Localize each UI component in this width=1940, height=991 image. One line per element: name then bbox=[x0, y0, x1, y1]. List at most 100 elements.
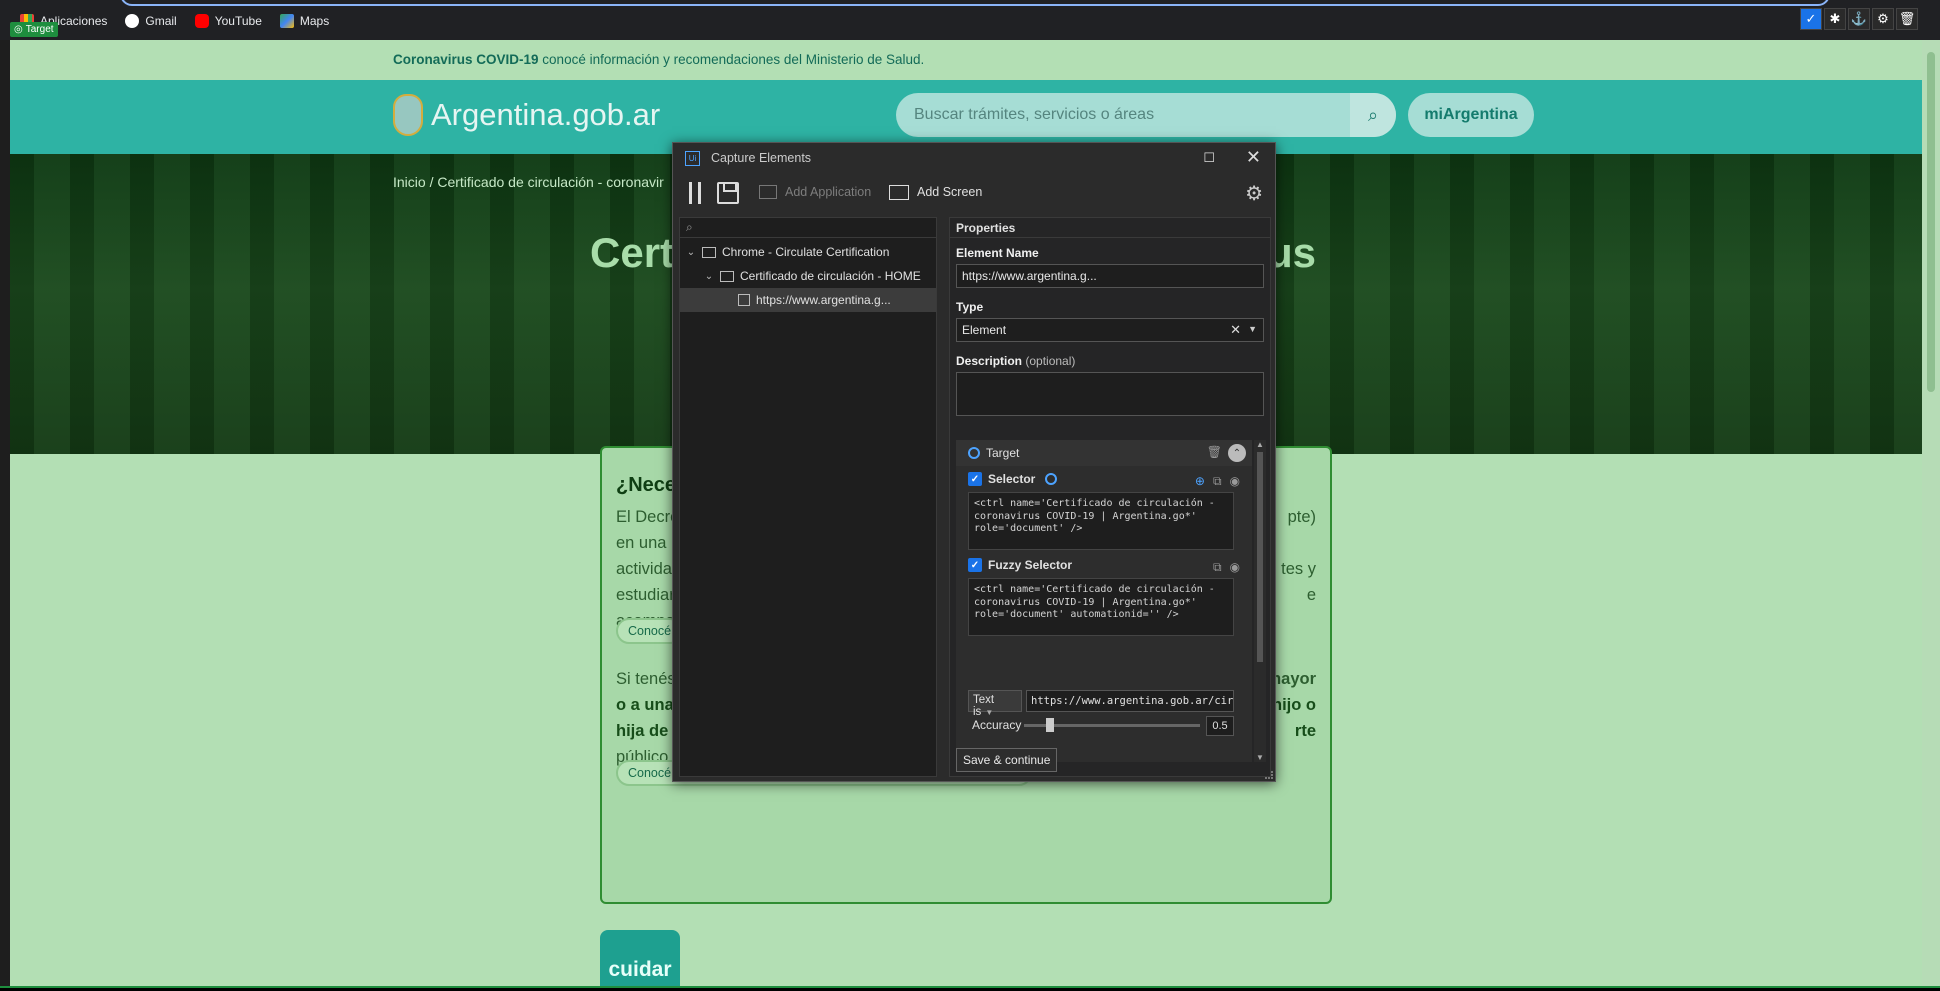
search-input[interactable]: Buscar trámites, servicios o áreas bbox=[914, 106, 1154, 124]
properties-header: Properties bbox=[950, 218, 1270, 238]
mi-argentina-button[interactable]: miArgentina bbox=[1408, 93, 1534, 137]
target-header[interactable]: Target 🗑 ⌃ bbox=[956, 440, 1252, 466]
trash-icon[interactable]: 🗑 bbox=[1207, 445, 1222, 459]
tree-node-screen[interactable]: ⌄ Certificado de circulación - HOME bbox=[680, 264, 936, 288]
code-line: role='document' /> bbox=[974, 523, 1083, 534]
breadcrumb: Inicio / Certificado de circulación - co… bbox=[393, 174, 664, 190]
cuidar-app-logo[interactable]: cuidar bbox=[600, 930, 680, 986]
gear-icon[interactable]: ⚙ bbox=[1872, 8, 1894, 30]
tree-node-element[interactable]: https://www.argentina.g... bbox=[680, 288, 936, 312]
google-icon bbox=[125, 14, 140, 28]
settings-gear-icon[interactable]: ⚙ bbox=[1245, 181, 1263, 206]
add-application-button[interactable]: Add Application bbox=[759, 185, 871, 199]
element-tree-pane: ⌕ ⌄ Chrome - Circulate Certification ⌄ Cer… bbox=[679, 217, 937, 777]
selector-target-icon[interactable] bbox=[1045, 473, 1058, 485]
accuracy-label: Accuracy bbox=[972, 718, 1022, 732]
dialog-titlebar: Ui Capture Elements ☐ ✕ bbox=[673, 143, 1275, 173]
fuzzy-selector-row: ✓ Fuzzy Selector bbox=[968, 558, 1072, 572]
bookmark-maps[interactable]: Maps bbox=[279, 14, 329, 28]
site-logo[interactable]: Argentina.gob.ar bbox=[393, 94, 660, 136]
taskbar bbox=[0, 986, 1940, 991]
selector-code[interactable]: <ctrl name='Certificado de circulación -… bbox=[968, 492, 1234, 550]
text-is-select[interactable]: Text is ▼ bbox=[968, 690, 1022, 718]
anchor-icon[interactable]: ⚓ bbox=[1848, 8, 1870, 30]
target-section: Target 🗑 ⌃ ✓ Selector ⊕ ⧉ ◉ <ctrl name='… bbox=[956, 440, 1252, 762]
description-label: Description (optional) bbox=[956, 354, 1076, 368]
maps-icon bbox=[279, 14, 294, 28]
screen-icon bbox=[889, 185, 909, 200]
bookmark-gmail[interactable]: Gmail bbox=[125, 14, 177, 28]
card-title: ¿Nece bbox=[616, 474, 677, 496]
code-line: <ctrl name='Certificado de circulación - bbox=[974, 584, 1215, 595]
type-label: Type bbox=[956, 300, 984, 314]
selector-row: ✓ Selector bbox=[968, 472, 1058, 486]
bookmarks-bar: Aplicaciones Gmail YouTube Maps bbox=[20, 14, 329, 28]
extension-icons: ✓ ✱ ⚓ ⚙ 🗑 bbox=[1800, 8, 1918, 30]
bug-icon[interactable]: ✱ bbox=[1824, 8, 1846, 30]
accuracy-slider-knob[interactable] bbox=[1046, 718, 1055, 732]
chevron-down-icon[interactable]: ▼ bbox=[1248, 324, 1257, 334]
application-icon bbox=[759, 185, 777, 199]
code-line: coronavirus COVID-19 | Argentina.go*' bbox=[974, 510, 1197, 522]
properties-scrollbar[interactable]: ▲ ▼ bbox=[1254, 440, 1266, 762]
uipath-logo-icon: Ui bbox=[685, 151, 700, 166]
search-icon[interactable]: ⌕ bbox=[1350, 93, 1396, 137]
target-ring-icon: ◎ bbox=[14, 24, 23, 35]
text-is-field[interactable]: https://www.argentina.gob.ar/circ bbox=[1026, 690, 1234, 712]
element-name-label: Element Name bbox=[956, 246, 1039, 260]
tree-search-input[interactable]: ⌕ bbox=[680, 218, 936, 238]
code-line: <ctrl name='Certificado de circulación - bbox=[974, 498, 1215, 509]
copy-icon[interactable]: ⧉ bbox=[1213, 474, 1222, 489]
target-badge: ◎ Target bbox=[10, 22, 58, 37]
scroll-down-icon[interactable]: ▼ bbox=[1256, 753, 1264, 762]
address-bar[interactable] bbox=[120, 0, 1830, 6]
chevron-up-icon[interactable]: ⌃ bbox=[1228, 444, 1246, 462]
covid-link[interactable]: Coronavirus COVID-19 bbox=[393, 52, 539, 67]
element-icon bbox=[738, 294, 750, 306]
maximize-icon[interactable]: ☐ bbox=[1203, 150, 1215, 166]
code-line: coronavirus COVID-19 | Argentina.go*' bbox=[974, 596, 1197, 608]
fuzzy-selector-code[interactable]: <ctrl name='Certificado de circulación -… bbox=[968, 578, 1234, 636]
accuracy-value-field[interactable]: 0.5 bbox=[1206, 716, 1234, 736]
copy-icon[interactable]: ⧉ bbox=[1213, 560, 1222, 575]
breadcrumb-home[interactable]: Inicio bbox=[393, 174, 426, 190]
covid-banner: Coronavirus COVID-19 conocé información … bbox=[10, 40, 1922, 80]
scrollbar-thumb[interactable] bbox=[1927, 52, 1935, 392]
breadcrumb-current: Certificado de circulación - coronavir bbox=[437, 174, 664, 190]
eye-icon[interactable]: ◉ bbox=[1230, 474, 1240, 489]
eye-icon[interactable]: ◉ bbox=[1230, 560, 1240, 575]
check-icon[interactable]: ✓ bbox=[1800, 8, 1822, 30]
screen-icon bbox=[720, 270, 734, 282]
element-name-field[interactable]: https://www.argentina.g... bbox=[956, 264, 1264, 288]
type-select[interactable]: Element ✕ ▼ bbox=[956, 318, 1264, 342]
selector-checkbox[interactable]: ✓ bbox=[968, 472, 982, 486]
target-icon bbox=[968, 447, 980, 459]
site-search[interactable]: Buscar trámites, servicios o áreas ⌕ bbox=[896, 93, 1396, 137]
selector-editor-icon[interactable]: ⊕ bbox=[1195, 474, 1205, 489]
search-icon: ⌕ bbox=[686, 220, 693, 234]
tree-node-application[interactable]: ⌄ Chrome - Circulate Certification bbox=[680, 240, 936, 264]
selector-actions: ⊕ ⧉ ◉ bbox=[1195, 474, 1240, 489]
page-scrollbar[interactable] bbox=[1922, 40, 1940, 986]
pause-icon[interactable] bbox=[689, 182, 701, 204]
accuracy-slider[interactable] bbox=[1024, 718, 1200, 732]
chevron-down-icon[interactable]: ⌄ bbox=[704, 271, 714, 282]
fuzzy-selector-checkbox[interactable]: ✓ bbox=[968, 558, 982, 572]
trash-icon[interactable]: 🗑 bbox=[1896, 8, 1918, 30]
chevron-down-icon[interactable]: ⌄ bbox=[686, 247, 696, 258]
description-field[interactable] bbox=[956, 372, 1264, 416]
close-icon[interactable]: ✕ bbox=[1246, 147, 1261, 168]
clear-icon[interactable]: ✕ bbox=[1230, 322, 1241, 338]
resize-grip-icon[interactable] bbox=[1265, 771, 1273, 779]
properties-pane: Properties Element Name https://www.arge… bbox=[949, 217, 1271, 777]
browser-toolbar: Aplicaciones Gmail YouTube Maps ◎ Target … bbox=[0, 0, 1940, 40]
fuzzy-selector-actions: ⧉ ◉ bbox=[1213, 560, 1240, 575]
add-screen-button[interactable]: Add Screen bbox=[889, 185, 982, 200]
bookmark-youtube[interactable]: YouTube bbox=[194, 14, 262, 28]
scroll-up-icon[interactable]: ▲ bbox=[1256, 440, 1264, 449]
youtube-icon bbox=[194, 14, 209, 28]
scrollbar-thumb[interactable] bbox=[1257, 452, 1263, 662]
save-continue-button[interactable]: Save & continue bbox=[956, 748, 1058, 772]
save-icon[interactable] bbox=[717, 182, 739, 204]
chevron-down-icon: ▼ bbox=[985, 708, 994, 717]
